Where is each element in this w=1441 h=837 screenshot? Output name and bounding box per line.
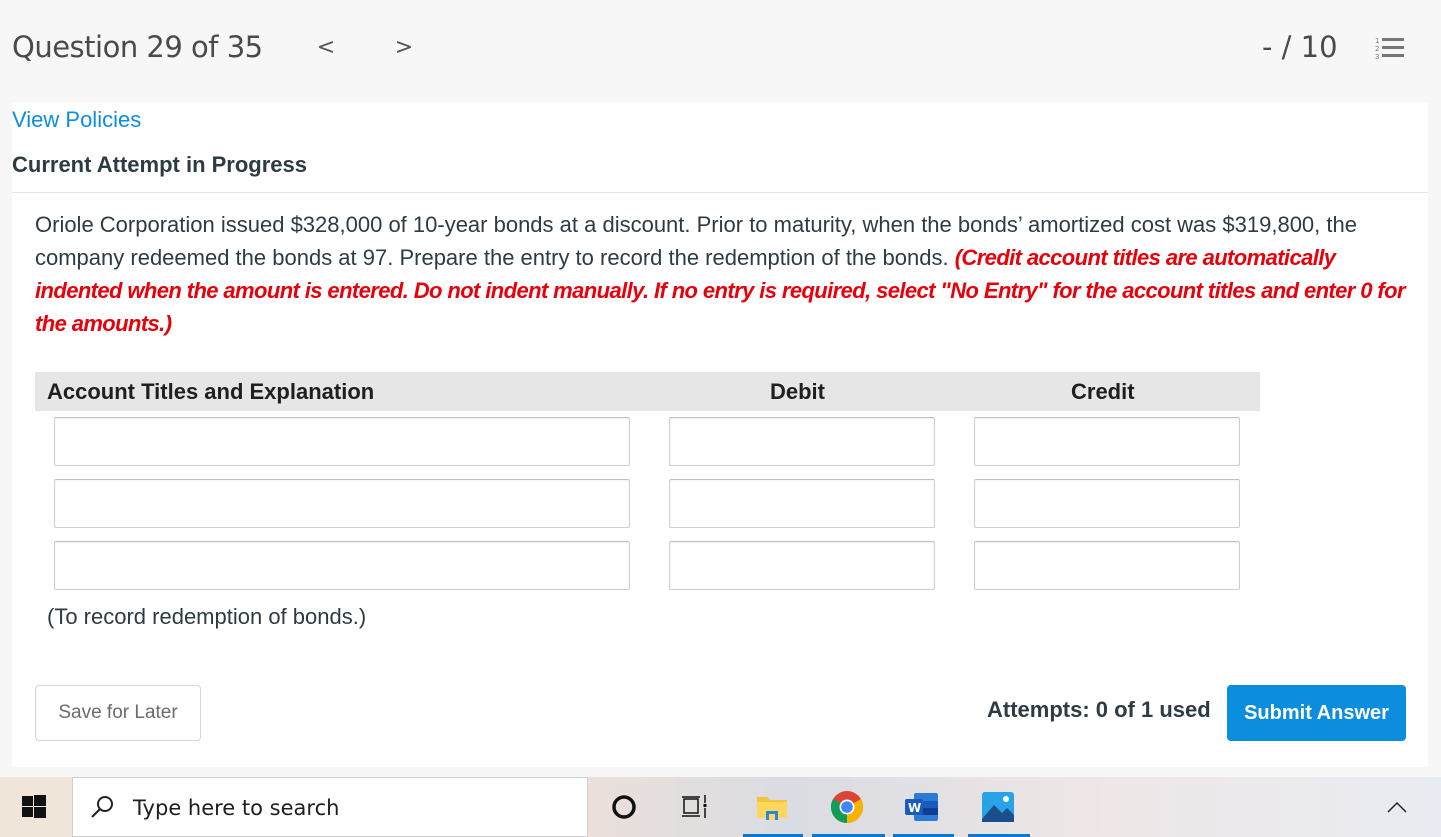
windows-start-icon bbox=[22, 795, 46, 818]
divider bbox=[12, 192, 1428, 193]
journal-entry-explanation: (To record redemption of bonds.) bbox=[47, 604, 367, 629]
save-for-later-button[interactable]: Save for Later bbox=[35, 685, 201, 741]
question-panel: View Policies Current Attempt in Progres… bbox=[12, 102, 1428, 767]
credit-input[interactable] bbox=[974, 479, 1240, 528]
debit-input[interactable] bbox=[669, 417, 935, 466]
svg-text:1: 1 bbox=[1375, 37, 1379, 45]
svg-text:2: 2 bbox=[1375, 45, 1379, 53]
windows-taskbar: Type here to search W bbox=[0, 777, 1441, 837]
svg-text:W: W bbox=[908, 801, 921, 815]
account-title-input[interactable] bbox=[54, 417, 630, 466]
credit-input[interactable] bbox=[974, 417, 1240, 466]
account-title-input[interactable] bbox=[54, 541, 630, 590]
journal-row bbox=[12, 417, 1428, 466]
task-view-button[interactable] bbox=[677, 789, 713, 825]
numbered-list-icon: 1 2 3 bbox=[1375, 37, 1404, 61]
taskbar-search-box[interactable]: Type here to search bbox=[72, 777, 588, 837]
svg-text:3: 3 bbox=[1375, 53, 1379, 61]
next-question-button[interactable]: > bbox=[392, 33, 416, 63]
account-title-input[interactable] bbox=[54, 479, 630, 528]
question-score: - / 10 bbox=[1262, 30, 1338, 64]
debit-input[interactable] bbox=[669, 541, 935, 590]
question-list-button[interactable]: 1 2 3 bbox=[1375, 36, 1407, 61]
start-button[interactable] bbox=[22, 795, 46, 819]
journal-table-header: Account Titles and Explanation Debit Cre… bbox=[35, 372, 1260, 411]
journal-row bbox=[12, 479, 1428, 528]
question-header: Question 29 of 35 < > - / 10 1 2 3 bbox=[0, 0, 1441, 102]
view-policies-link[interactable]: View Policies bbox=[12, 107, 141, 133]
question-text-block: Oriole Corporation issued $328,000 of 10… bbox=[35, 208, 1415, 340]
file-explorer-icon bbox=[757, 797, 787, 820]
chrome-icon bbox=[830, 791, 864, 824]
chrome-button[interactable] bbox=[829, 789, 865, 825]
chevron-left-icon: < bbox=[316, 35, 336, 60]
previous-question-button[interactable]: < bbox=[314, 33, 338, 63]
column-header-credit: Credit bbox=[1071, 379, 1135, 404]
column-header-account: Account Titles and Explanation bbox=[47, 379, 375, 404]
task-view-icon bbox=[682, 795, 707, 818]
credit-input[interactable] bbox=[974, 541, 1240, 590]
search-icon bbox=[91, 796, 113, 818]
word-icon: W bbox=[905, 793, 938, 821]
journal-row bbox=[12, 541, 1428, 590]
word-button[interactable]: W bbox=[904, 789, 940, 825]
debit-input[interactable] bbox=[669, 479, 935, 528]
chevron-up-icon bbox=[1387, 801, 1407, 813]
cortana-button[interactable] bbox=[606, 789, 642, 825]
question-counter: Question 29 of 35 bbox=[12, 30, 263, 64]
column-header-debit: Debit bbox=[770, 379, 825, 404]
attempt-heading: Current Attempt in Progress bbox=[12, 152, 308, 177]
cortana-icon bbox=[612, 795, 636, 819]
file-explorer-button[interactable] bbox=[754, 789, 790, 825]
chevron-right-icon: > bbox=[394, 35, 414, 60]
search-placeholder: Type here to search bbox=[133, 796, 340, 820]
submit-answer-button[interactable]: Submit Answer bbox=[1227, 685, 1406, 741]
photos-button[interactable] bbox=[980, 789, 1016, 825]
show-hidden-icons-button[interactable] bbox=[1385, 799, 1409, 815]
attempts-counter: Attempts: 0 of 1 used bbox=[987, 697, 1211, 722]
photos-icon bbox=[982, 792, 1014, 822]
